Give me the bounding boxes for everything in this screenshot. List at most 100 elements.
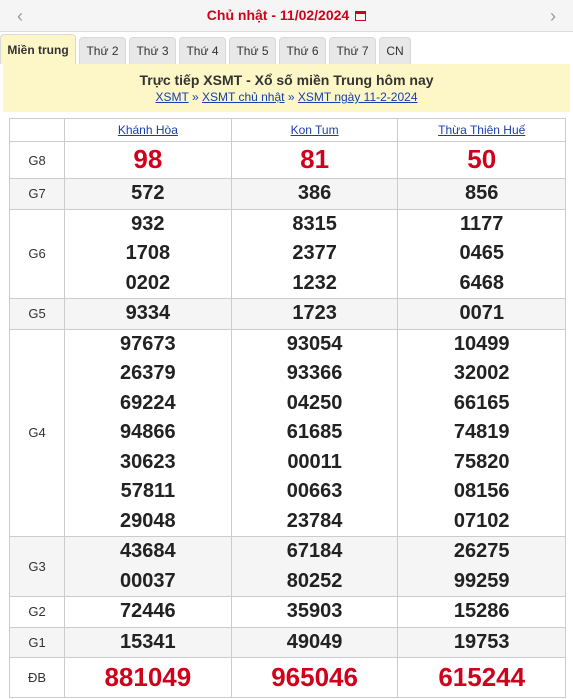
breadcrumb-xsmt[interactable]: XSMT bbox=[156, 90, 189, 104]
header-blank bbox=[9, 118, 65, 142]
prize-row-db: ĐB 881049 965046 615244 bbox=[9, 657, 566, 698]
prize-number: 93366 bbox=[286, 362, 343, 384]
prize-number: 856 bbox=[465, 182, 499, 204]
tab-cn[interactable]: CN bbox=[379, 37, 411, 64]
prize-cell: 881049 bbox=[64, 657, 232, 698]
prize-cell: 35903 bbox=[230, 596, 399, 628]
prize-number: 50 bbox=[467, 144, 497, 175]
prize-cell: 98 bbox=[64, 141, 232, 179]
prize-cell: 26275 99259 bbox=[397, 536, 566, 597]
prize-number: 932 bbox=[131, 212, 165, 235]
prize-cell: 932 1708 0202 bbox=[64, 208, 232, 299]
prize-cell: 572 bbox=[64, 178, 232, 210]
prize-row-g6: G6 932 1708 0202 8315 2377 1232 1177 0465 6468 bbox=[9, 208, 566, 299]
prize-label: G3 bbox=[9, 536, 65, 597]
tab-thu-7[interactable]: Thứ 7 bbox=[329, 37, 376, 64]
date-label: Chủ nhật - 11/02/2024 bbox=[206, 7, 350, 23]
prize-row-g8: G8 98 81 50 bbox=[9, 141, 566, 179]
prize-row-g7: G7 572 386 856 bbox=[9, 178, 566, 210]
prize-label: G5 bbox=[9, 298, 65, 330]
prize-label: G2 bbox=[9, 596, 65, 628]
prize-cell: 50 bbox=[397, 141, 566, 179]
breadcrumb: XSMT » XSMT chủ nhật » XSMT ngày 11-2-20… bbox=[3, 90, 570, 104]
prize-label: G7 bbox=[9, 178, 65, 210]
prize-number: 29048 bbox=[120, 509, 176, 532]
prize-cell: 0071 bbox=[397, 298, 566, 330]
prize-number: 61685 bbox=[286, 421, 343, 443]
prize-cell: 9334 bbox=[64, 298, 232, 330]
prize-number: 881049 bbox=[104, 661, 192, 692]
prize-cell: 43684 00037 bbox=[64, 536, 232, 597]
prize-label: ĐB bbox=[9, 657, 65, 698]
prize-number: 08156 bbox=[453, 480, 510, 502]
breadcrumb-xsmt-chu-nhat[interactable]: XSMT chủ nhật bbox=[202, 90, 285, 104]
tab-thu-5[interactable]: Thứ 5 bbox=[229, 37, 276, 64]
prize-cell: 81 bbox=[230, 141, 399, 179]
tab-thu-6[interactable]: Thứ 6 bbox=[279, 37, 326, 64]
page-title: Trực tiếp XSMT - Xổ số miền Trung hôm na… bbox=[139, 72, 434, 88]
prize-cell: 49049 bbox=[230, 626, 399, 658]
prize-number: 615244 bbox=[438, 661, 526, 692]
prize-cell: 19753 bbox=[397, 626, 566, 658]
province-header: Khánh Hòa bbox=[64, 118, 232, 142]
prize-row-g5: G5 9334 1723 0071 bbox=[9, 298, 566, 330]
prize-number: 72446 bbox=[120, 600, 176, 622]
province-link-khanh-hoa[interactable]: Khánh Hòa bbox=[118, 123, 178, 137]
prize-number: 98 bbox=[133, 144, 163, 175]
results-header: Trực tiếp XSMT - Xổ số miền Trung hôm na… bbox=[3, 64, 570, 112]
prize-number: 00011 bbox=[287, 450, 342, 473]
prize-cell: 15341 bbox=[64, 626, 232, 658]
prize-cell: 67184 80252 bbox=[230, 536, 399, 597]
province-link-kon-tum[interactable]: Kon Tum bbox=[291, 123, 339, 137]
prize-number: 1708 bbox=[125, 242, 171, 264]
prize-number: 81 bbox=[300, 144, 330, 175]
prize-label: G1 bbox=[9, 626, 65, 658]
prize-cell: 97673 26379 69224 94866 30623 57811 29048 bbox=[64, 328, 232, 537]
prize-number: 19753 bbox=[453, 630, 510, 653]
prize-number: 75820 bbox=[453, 450, 510, 473]
tab-thu-3[interactable]: Thứ 3 bbox=[129, 37, 176, 64]
prize-number: 15341 bbox=[120, 630, 176, 653]
breadcrumb-xsmt-date[interactable]: XSMT ngày 11-2-2024 bbox=[298, 90, 418, 104]
prize-cell: 856 bbox=[397, 178, 566, 210]
date-bar: ‹ Chủ nhật - 11/02/2024 › bbox=[0, 0, 573, 32]
breadcrumb-separator: » bbox=[287, 90, 295, 104]
prize-cell: 15286 bbox=[397, 596, 566, 628]
prize-row-g3: G3 43684 00037 67184 80252 26275 99259 bbox=[9, 536, 566, 597]
tab-thu-2[interactable]: Thứ 2 bbox=[79, 37, 126, 64]
prize-number: 1177 bbox=[460, 212, 504, 235]
date-selector[interactable]: Chủ nhật - 11/02/2024 bbox=[0, 7, 573, 23]
prize-number: 69224 bbox=[120, 391, 176, 414]
calendar-icon[interactable] bbox=[355, 11, 367, 21]
prize-number: 66165 bbox=[453, 391, 510, 414]
prize-cell: 8315 2377 1232 bbox=[230, 208, 399, 299]
province-link-thua-thien-hue[interactable]: Thừa Thiên Huế bbox=[438, 123, 525, 137]
prize-number: 07102 bbox=[453, 509, 510, 532]
prize-number: 00663 bbox=[286, 480, 343, 502]
prize-cell: 1177 0465 6468 bbox=[397, 208, 566, 299]
prize-number: 2377 bbox=[292, 242, 337, 264]
prize-row-g4: G4 97673 26379 69224 94866 30623 57811 29048 930… bbox=[9, 328, 566, 537]
prize-number: 15286 bbox=[453, 600, 510, 622]
prize-number: 80252 bbox=[286, 569, 343, 592]
tab-mien-trung[interactable]: Miền trung bbox=[0, 34, 76, 64]
next-day-arrow-icon[interactable]: › bbox=[543, 6, 563, 26]
prize-number: 00037 bbox=[120, 569, 176, 592]
table-header-row: Khánh Hòa Kon Tum Thừa Thiên Huế bbox=[9, 118, 566, 142]
prize-row-g2: G2 72446 35903 15286 bbox=[9, 596, 566, 628]
tab-thu-4[interactable]: Thứ 4 bbox=[179, 37, 226, 64]
prize-number: 97673 bbox=[120, 332, 176, 355]
prize-number: 0202 bbox=[125, 271, 171, 294]
day-tabs: Miền trung Thứ 2 Thứ 3 Thứ 4 Thứ 5 Thứ 6… bbox=[0, 34, 573, 64]
prize-number: 74819 bbox=[453, 421, 510, 443]
prize-number: 23784 bbox=[286, 509, 343, 532]
prize-label: G4 bbox=[9, 328, 65, 537]
prize-number: 93054 bbox=[286, 332, 343, 355]
prize-label: G8 bbox=[9, 141, 65, 179]
prize-number: 30623 bbox=[120, 450, 176, 473]
province-header: Kon Tum bbox=[230, 118, 399, 142]
results-table: Khánh Hòa Kon Tum Thừa Thiên Huế G8 98 81 5… bbox=[9, 118, 566, 698]
prize-number: 99259 bbox=[453, 569, 510, 592]
prize-number: 8315 bbox=[292, 212, 337, 235]
prize-number: 35903 bbox=[286, 600, 343, 622]
